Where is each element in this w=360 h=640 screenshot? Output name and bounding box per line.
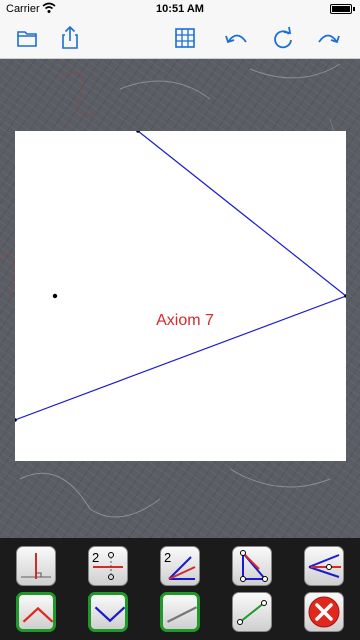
share-icon[interactable] [55, 23, 85, 53]
svg-text:2: 2 [164, 550, 171, 565]
top-toolbar [0, 18, 360, 59]
line-tool[interactable] [160, 592, 200, 632]
triangle-fold-icon [240, 550, 268, 582]
angle-fold-icon [308, 554, 341, 578]
segment-icon [237, 600, 267, 625]
angle-bisector-2-icon: 2 [164, 550, 196, 580]
refresh-icon[interactable] [268, 23, 298, 53]
redo-icon[interactable] [313, 23, 343, 53]
svg-text:2: 2 [92, 550, 99, 565]
mountain-fold-icon [94, 606, 126, 623]
workspace-background: Axiom 7 [0, 59, 360, 538]
reference-point [52, 293, 58, 299]
mountain-fold-tool[interactable] [88, 592, 128, 632]
perpendicular-fold-icon [21, 553, 51, 579]
tool-palette: 2 2 [0, 538, 360, 640]
valley-fold-icon [22, 606, 54, 623]
axiom-point-to-point-tool[interactable]: 2 [88, 546, 128, 586]
delete-icon [308, 596, 340, 628]
battery-icon [330, 4, 355, 14]
fold-line-upper [137, 131, 346, 297]
grid-icon[interactable] [170, 23, 200, 53]
paper-square[interactable]: Axiom 7 [15, 131, 346, 461]
axiom-triangle-tool[interactable] [232, 546, 272, 586]
undo-icon[interactable] [222, 23, 252, 53]
valley-fold-tool[interactable] [16, 592, 56, 632]
delete-tool[interactable] [304, 592, 344, 632]
segment-tool[interactable] [232, 592, 272, 632]
clock-time: 10:51 AM [156, 3, 204, 15]
axiom-label: Axiom 7 [156, 312, 214, 329]
axiom-angle-bisector-tool[interactable]: 2 [160, 546, 200, 586]
point-to-line-2-icon: 2 [92, 550, 123, 580]
vertex-point-left [15, 418, 17, 422]
folder-icon[interactable] [12, 23, 42, 53]
axiom-angle-tool[interactable] [304, 546, 344, 586]
fold-diagram [15, 131, 346, 422]
status-bar: Carrier 10:51 AM [0, 0, 360, 18]
axiom-perpendicular-tool[interactable] [16, 546, 56, 586]
line-icon [166, 606, 198, 623]
